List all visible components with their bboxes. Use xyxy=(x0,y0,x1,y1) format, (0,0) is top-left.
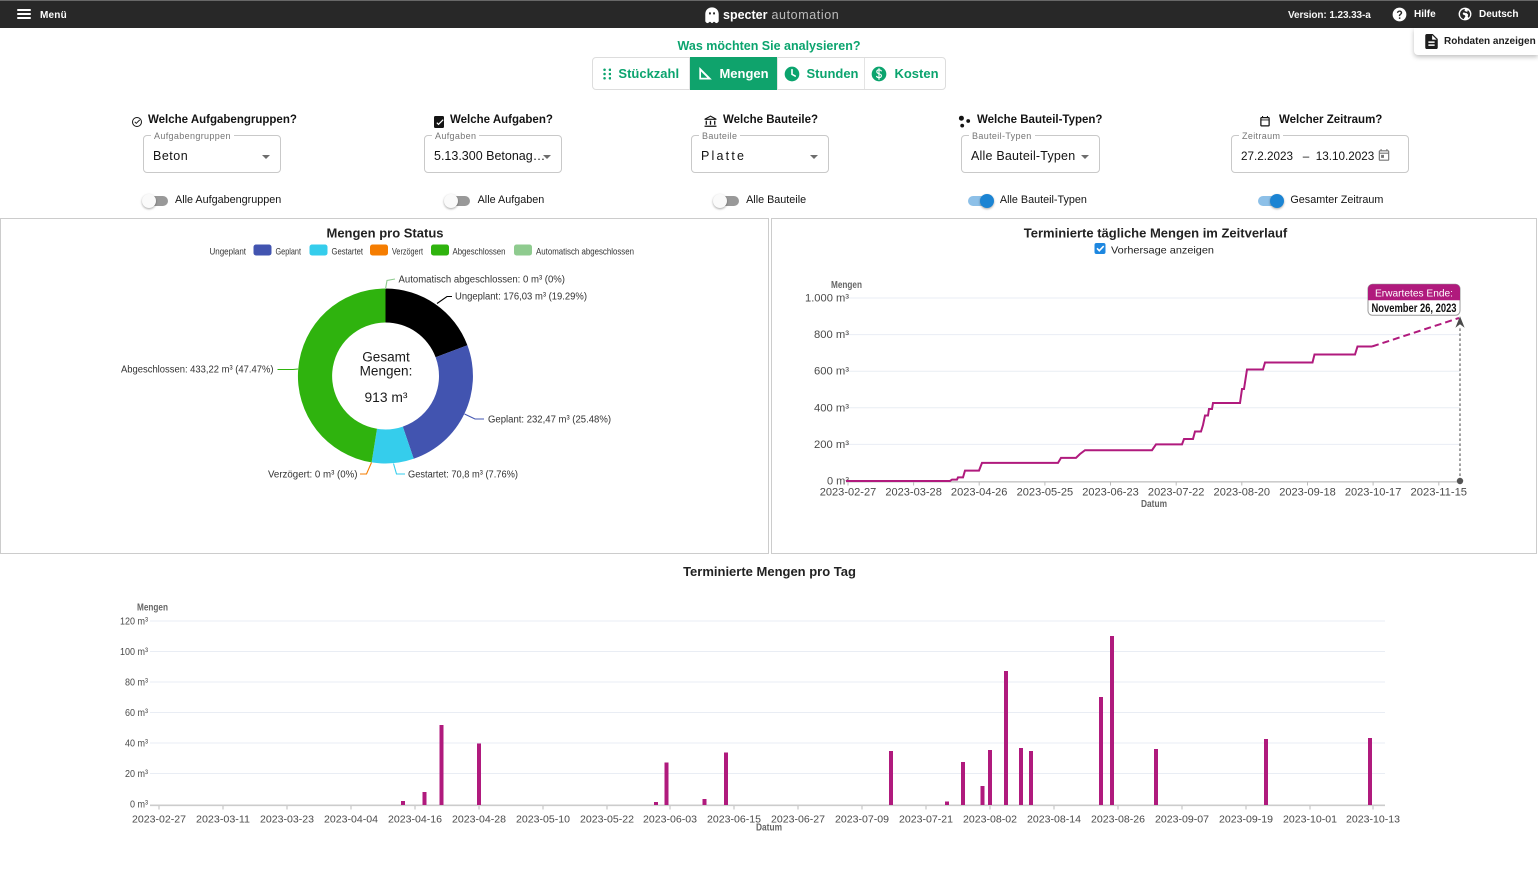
svg-text:2023-04-16: 2023-04-16 xyxy=(388,814,442,826)
svg-text:2023-02-27: 2023-02-27 xyxy=(820,487,877,499)
svg-text:2023-09-07: 2023-09-07 xyxy=(1155,814,1209,826)
svg-text:1.000 m³: 1.000 m³ xyxy=(805,293,849,305)
svg-text:2023-07-09: 2023-07-09 xyxy=(835,814,889,826)
svg-text:Automatisch abgeschlossen: Automatisch abgeschlossen xyxy=(536,247,634,258)
svg-text:Mengen: Mengen xyxy=(831,280,862,291)
svg-text:Vorhersage anzeigen: Vorhersage anzeigen xyxy=(1111,245,1214,257)
svg-text:800 m³: 800 m³ xyxy=(814,329,849,341)
svg-text:2023-03-11: 2023-03-11 xyxy=(196,814,250,826)
svg-text:Geplant: Geplant xyxy=(276,247,302,258)
svg-text:Terminierte tägliche Mengen im: Terminierte tägliche Mengen im Zeitverla… xyxy=(1024,226,1288,241)
svg-text:Gestartet: 70,8 m³ (7.76%): Gestartet: 70,8 m³ (7.76%) xyxy=(408,470,518,481)
svg-text:0 m³: 0 m³ xyxy=(130,800,149,811)
svg-text:Ungeplant: Ungeplant xyxy=(210,247,247,258)
svg-text:2023-08-14: 2023-08-14 xyxy=(1027,814,1081,826)
svg-text:2023-05-22: 2023-05-22 xyxy=(580,814,634,826)
svg-text:2023-05-25: 2023-05-25 xyxy=(1017,487,1074,499)
svg-text:Gestartet: Gestartet xyxy=(332,247,364,258)
svg-text:2023-02-27: 2023-02-27 xyxy=(132,814,186,826)
svg-text:913 m³: 913 m³ xyxy=(365,390,409,405)
svg-text:2023-08-26: 2023-08-26 xyxy=(1091,814,1145,826)
svg-text:Ungeplant: 176,03 m³ (19.29%): Ungeplant: 176,03 m³ (19.29%) xyxy=(455,292,587,303)
svg-text:2023-09-18: 2023-09-18 xyxy=(1279,487,1336,499)
svg-text:November 26, 2023: November 26, 2023 xyxy=(1372,303,1457,315)
svg-text:Gesamt: Gesamt xyxy=(362,350,410,365)
svg-text:2023-05-10: 2023-05-10 xyxy=(516,814,570,826)
svg-text:Mengen pro Status: Mengen pro Status xyxy=(326,226,443,241)
svg-text:2023-10-17: 2023-10-17 xyxy=(1345,487,1402,499)
svg-text:Datum: Datum xyxy=(1141,499,1167,510)
svg-text:Erwartetes Ende:: Erwartetes Ende: xyxy=(1375,288,1453,300)
svg-text:Automatisch abgeschlossen: 0 m: Automatisch abgeschlossen: 0 m³ (0%) xyxy=(399,275,566,286)
svg-text:2023-11-15: 2023-11-15 xyxy=(1411,487,1468,499)
svg-text:100 m³: 100 m³ xyxy=(120,647,149,658)
svg-text:2023-06-03: 2023-06-03 xyxy=(643,814,697,826)
svg-text:2023-03-28: 2023-03-28 xyxy=(885,487,942,499)
svg-text:Terminierte Mengen pro Tag: Terminierte Mengen pro Tag xyxy=(683,564,856,579)
svg-text:2023-04-04: 2023-04-04 xyxy=(324,814,378,826)
svg-text:Abgeschlossen: Abgeschlossen xyxy=(453,247,506,258)
svg-text:2023-07-22: 2023-07-22 xyxy=(1148,487,1205,499)
svg-text:2023-10-01: 2023-10-01 xyxy=(1283,814,1337,826)
svg-text:80 m³: 80 m³ xyxy=(125,678,149,689)
svg-text:2023-04-28: 2023-04-28 xyxy=(452,814,506,826)
svg-text:Verzögert: Verzögert xyxy=(392,247,423,258)
svg-text:120 m³: 120 m³ xyxy=(120,617,149,628)
svg-text:Verzögert: 0 m³ (0%): Verzögert: 0 m³ (0%) xyxy=(268,470,358,481)
svg-text:2023-10-13: 2023-10-13 xyxy=(1346,814,1400,826)
svg-text:400 m³: 400 m³ xyxy=(814,402,849,414)
svg-text:20 m³: 20 m³ xyxy=(125,769,149,780)
svg-text:2023-06-23: 2023-06-23 xyxy=(1082,487,1139,499)
svg-text:2023-07-21: 2023-07-21 xyxy=(899,814,953,826)
svg-text:2023-08-02: 2023-08-02 xyxy=(963,814,1017,826)
svg-text:40 m³: 40 m³ xyxy=(125,739,149,750)
svg-text:2023-09-19: 2023-09-19 xyxy=(1219,814,1273,826)
svg-text:Abgeschlossen: 433,22 m³ (47.4: Abgeschlossen: 433,22 m³ (47.47%) xyxy=(121,365,274,376)
svg-text:600 m³: 600 m³ xyxy=(814,366,849,378)
svg-text:Mengen: Mengen xyxy=(137,603,168,614)
svg-text:200 m³: 200 m³ xyxy=(814,439,849,451)
svg-text:2023-04-26: 2023-04-26 xyxy=(951,487,1008,499)
svg-text:Mengen:: Mengen: xyxy=(360,364,413,379)
svg-text:2023-08-20: 2023-08-20 xyxy=(1214,487,1271,499)
svg-text:Geplant: 232,47 m³ (25.48%): Geplant: 232,47 m³ (25.48%) xyxy=(488,415,611,426)
svg-text:60 m³: 60 m³ xyxy=(125,708,149,719)
svg-text:2023-03-23: 2023-03-23 xyxy=(260,814,314,826)
svg-text:2023-06-15: 2023-06-15 xyxy=(707,814,761,826)
svg-text:Datum: Datum xyxy=(756,823,782,834)
